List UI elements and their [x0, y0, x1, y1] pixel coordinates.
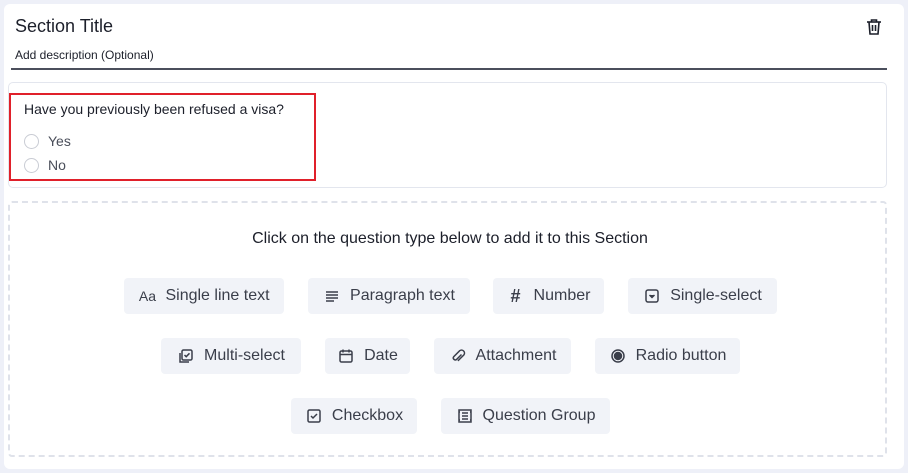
button-label: Checkbox [331, 407, 404, 424]
text-aa-icon: Aa [138, 288, 157, 304]
question-text: Have you previously been refused a visa? [24, 101, 284, 117]
add-question-group-button[interactable]: Question Group [441, 398, 610, 434]
hash-icon: # [510, 285, 521, 306]
button-label: Question Group [482, 407, 596, 424]
add-paragraph-text-button[interactable]: Paragraph text [308, 278, 470, 314]
checkbox-icon [305, 407, 323, 425]
question-card[interactable] [8, 82, 887, 188]
button-label: Attachment [475, 347, 557, 364]
button-label: Paragraph text [350, 287, 455, 304]
option-no[interactable]: No [24, 157, 66, 173]
dropzone-instruction: Click on the question type below to add … [252, 230, 648, 247]
description-field[interactable]: Add description (Optional) [15, 48, 154, 62]
add-checkbox-button[interactable]: Checkbox [291, 398, 417, 434]
add-single-line-text-button[interactable]: Aa Single line text [124, 278, 284, 314]
multi-select-icon [177, 347, 195, 365]
add-radio-button-button[interactable]: Radio button [595, 338, 740, 374]
button-label: Single line text [165, 287, 270, 304]
section-title[interactable]: Section Title [15, 16, 113, 37]
radio-circle-icon[interactable] [24, 157, 39, 173]
button-label: Number [533, 287, 591, 304]
button-label: Radio button [635, 347, 727, 364]
button-label: Multi-select [204, 347, 285, 364]
option-label: Yes [48, 133, 71, 149]
paragraph-icon [323, 287, 341, 305]
option-yes[interactable]: Yes [24, 133, 71, 149]
paperclip-icon [449, 347, 467, 365]
trash-icon[interactable] [864, 17, 884, 37]
description-underline [11, 68, 887, 70]
group-icon [456, 407, 474, 425]
radio-icon [609, 347, 627, 365]
button-label: Date [364, 347, 398, 364]
add-multi-select-button[interactable]: Multi-select [161, 338, 301, 374]
add-date-button[interactable]: Date [325, 338, 410, 374]
add-number-button[interactable]: # Number [493, 278, 604, 314]
option-label: No [48, 157, 66, 173]
radio-circle-icon[interactable] [24, 133, 39, 149]
calendar-icon [337, 347, 355, 365]
button-label: Single-select [670, 287, 762, 304]
dropdown-icon [643, 287, 661, 305]
add-attachment-button[interactable]: Attachment [434, 338, 571, 374]
add-single-select-button[interactable]: Single-select [628, 278, 777, 314]
